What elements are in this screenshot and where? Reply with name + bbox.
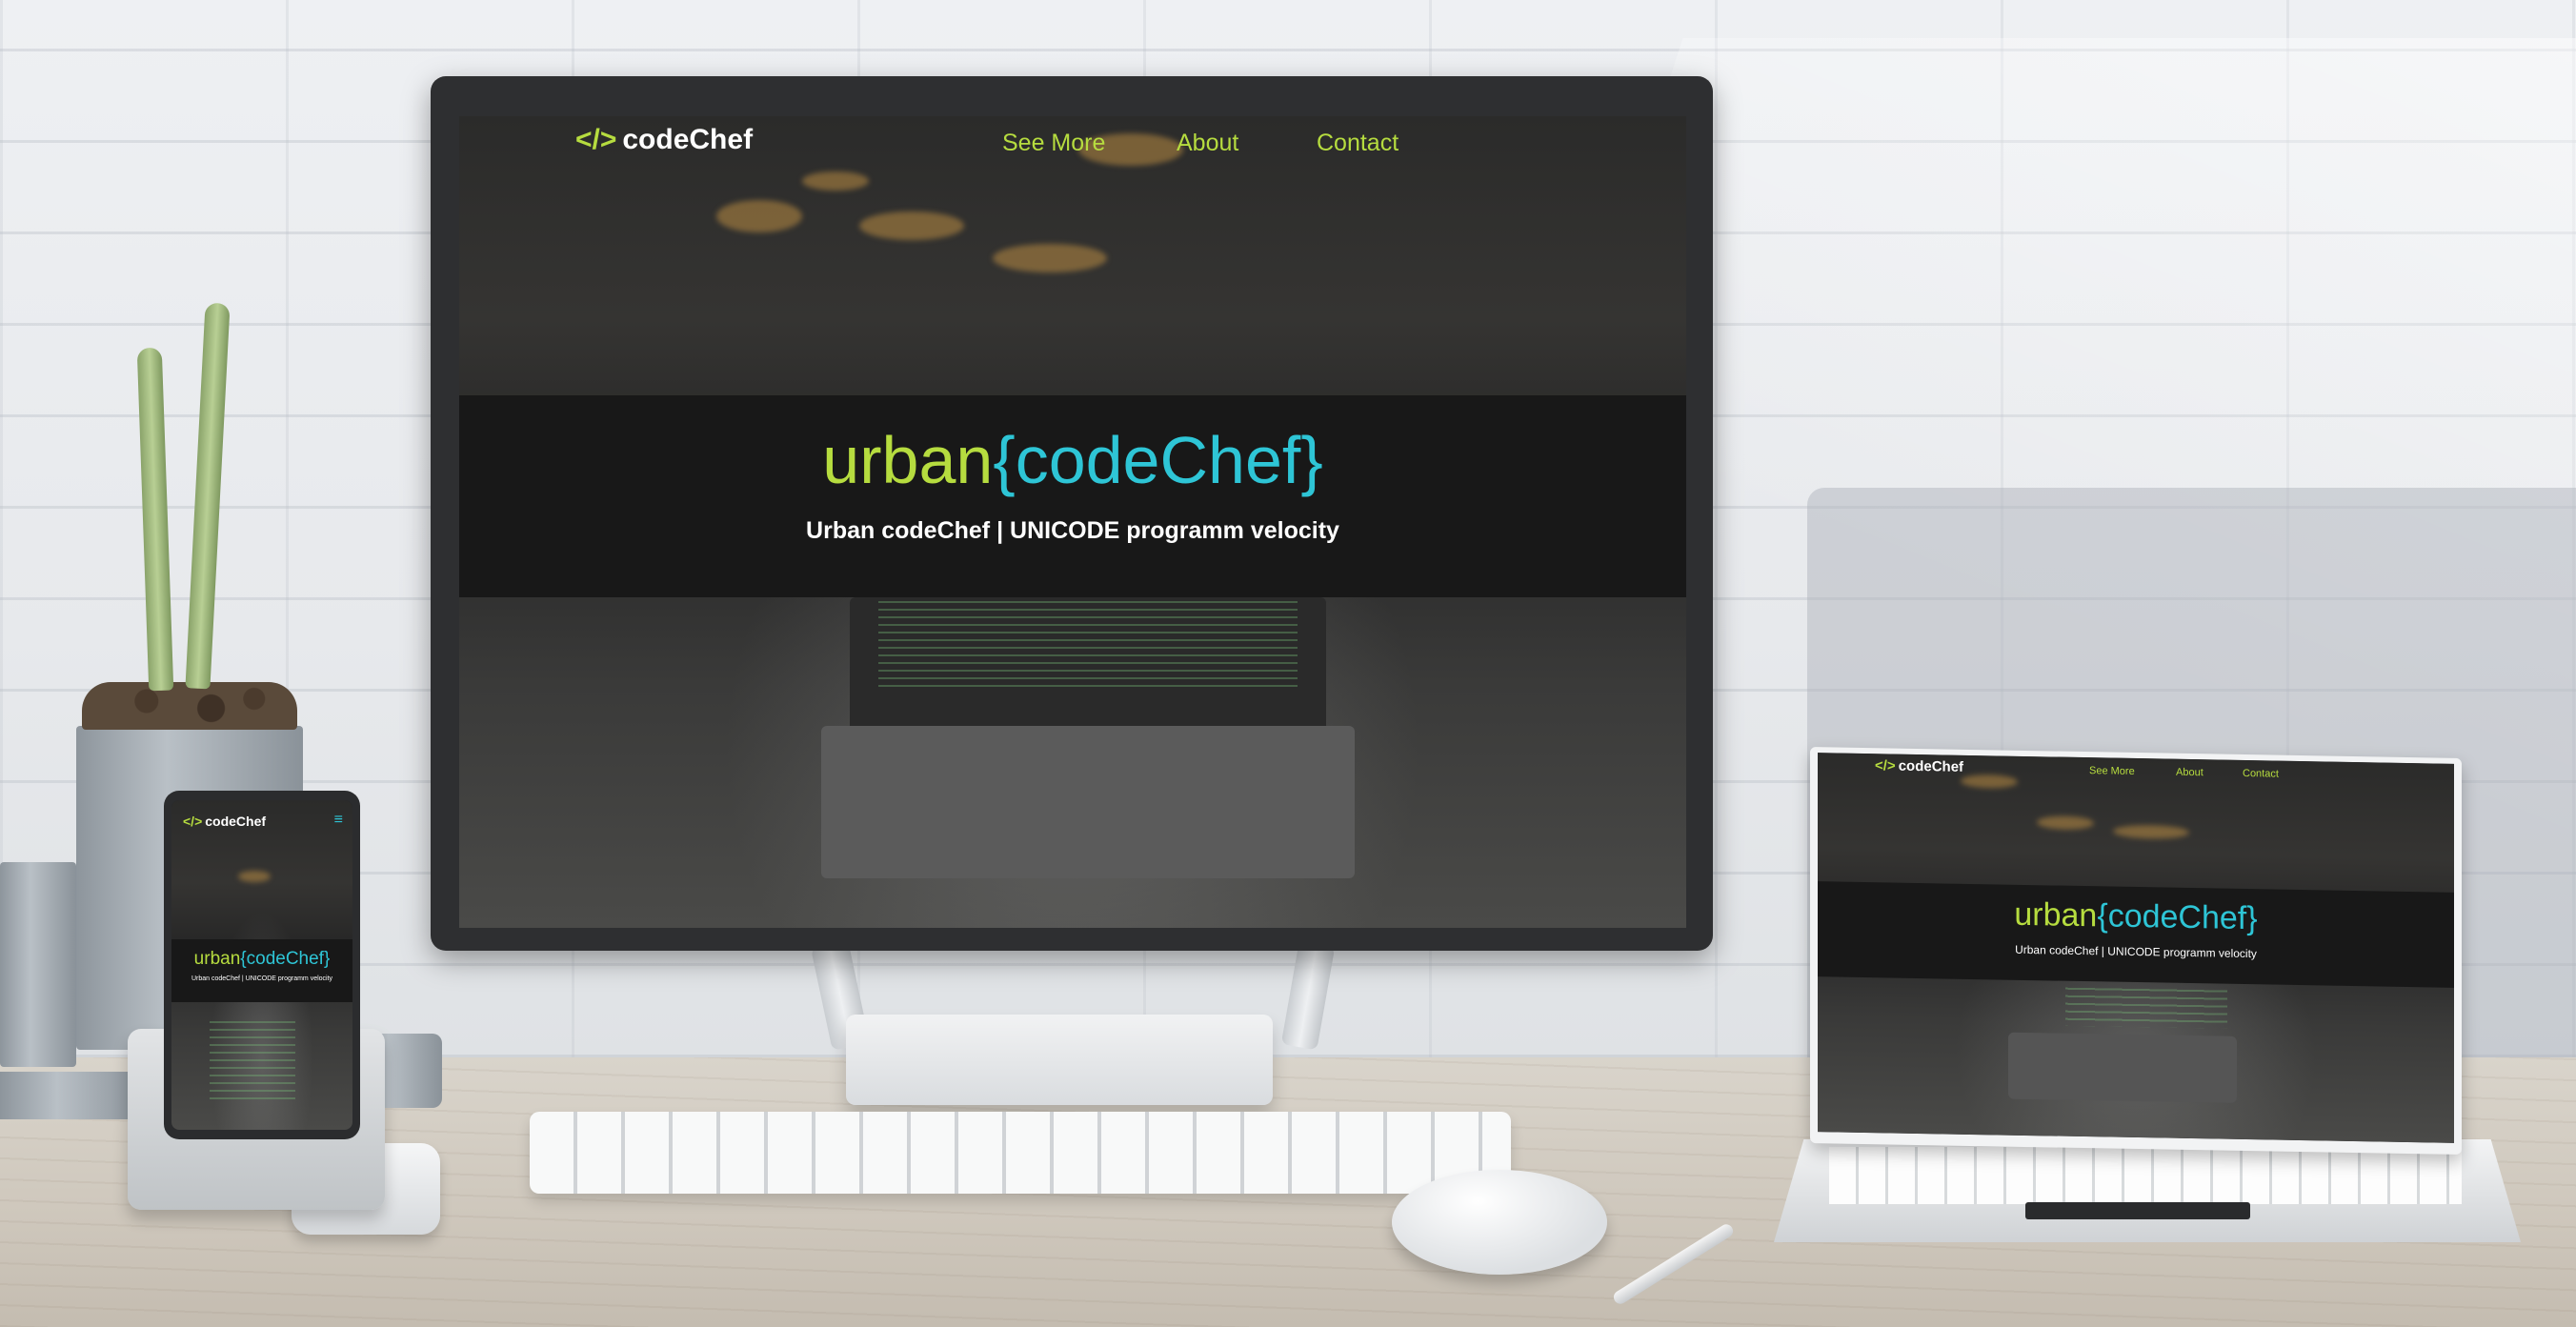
nav-about[interactable]: About [2176, 767, 2204, 779]
brand-name: codeChef [1898, 757, 1964, 775]
laptop-screen: </> codeChef See More About Contact urba… [1818, 753, 2454, 1143]
website-laptop: </> codeChef See More About Contact urba… [1818, 753, 2454, 1143]
hero-band: urban{codeChef} Urban codeChef | UNICODE… [171, 939, 352, 1002]
nav-contact[interactable]: Contact [1317, 130, 1399, 157]
desktop-screen: </> codeChef See More About Contact urba… [459, 116, 1686, 928]
brand-name: codeChef [205, 814, 267, 829]
brand-logo[interactable]: </> codeChef [1875, 757, 1963, 775]
photo-laptop-keyboard [821, 726, 1355, 878]
photo-code-lines [878, 597, 1298, 693]
brand-name: codeChef [622, 124, 754, 155]
monitor-stand-base [846, 1015, 1273, 1105]
photo-code-lines [210, 1019, 295, 1105]
hero-subtitle: Urban codeChef | UNICODE programm veloci… [2015, 942, 2257, 961]
desk-mouse [1392, 1170, 1607, 1275]
bokeh-light [859, 211, 964, 240]
pinecones-decoration [82, 682, 297, 730]
phone-screen: </> codeChef ≡ urban{codeChef} Urban cod… [171, 800, 352, 1130]
website-desktop: </> codeChef See More About Contact urba… [459, 116, 1686, 928]
photo-code-lines [2065, 983, 2227, 1029]
desktop-monitor: </> codeChef See More About Contact urba… [431, 76, 1713, 951]
hero-title: urban{codeChef} [459, 422, 1686, 498]
code-brackets-icon: </> [183, 814, 203, 829]
hero-title-prefix: urban [2014, 895, 2098, 935]
bokeh-light [802, 171, 869, 191]
laptop-hinge-strip [2025, 1202, 2250, 1219]
plant-tray [0, 1072, 143, 1119]
brand-logo[interactable]: </> codeChef [183, 814, 266, 829]
hero-band: urban{codeChef} Urban codeChef | UNICODE… [459, 395, 1686, 597]
hero-band: urban{codeChef} Urban codeChef | UNICODE… [1818, 881, 2454, 988]
plant-pot-small [0, 862, 76, 1067]
hamburger-menu-icon[interactable]: ≡ [334, 812, 343, 829]
bokeh-light [238, 871, 271, 882]
hero-title: urban{codeChef} [1818, 893, 2454, 941]
code-brackets-icon: </> [1875, 757, 1896, 774]
code-brackets-icon: </> [575, 124, 617, 155]
laptop-device: </> codeChef See More About Contact urba… [1810, 747, 2462, 1155]
bokeh-light [716, 200, 802, 232]
hero-subtitle: Urban codeChef | UNICODE programm veloci… [806, 517, 1339, 544]
brand-logo[interactable]: </> codeChef [575, 124, 753, 156]
nav-see-more[interactable]: See More [1002, 130, 1105, 157]
hero-subtitle: Urban codeChef | UNICODE programm veloci… [191, 975, 333, 982]
hero-title-prefix: urban [193, 949, 241, 969]
laptop-keyboard [1829, 1147, 2462, 1204]
bokeh-light [993, 244, 1107, 272]
website-mobile: </> codeChef ≡ urban{codeChef} Urban cod… [171, 800, 352, 1130]
nav-see-more[interactable]: See More [2089, 765, 2135, 777]
hero-title-prefix: urban [822, 423, 994, 497]
desk-keyboard [530, 1112, 1511, 1194]
photo-laptop-keyboard [2008, 1032, 2237, 1103]
hero-title: urban{codeChef} [171, 949, 352, 970]
nav-contact[interactable]: Contact [2243, 768, 2279, 780]
phone-device: </> codeChef ≡ urban{codeChef} Urban cod… [164, 791, 360, 1139]
hero-title-main: {codeChef} [993, 423, 1323, 497]
hero-title-main: {codeChef} [2097, 897, 2258, 937]
nav-about[interactable]: About [1177, 130, 1238, 157]
hero-title-main: {codeChef} [240, 949, 331, 969]
